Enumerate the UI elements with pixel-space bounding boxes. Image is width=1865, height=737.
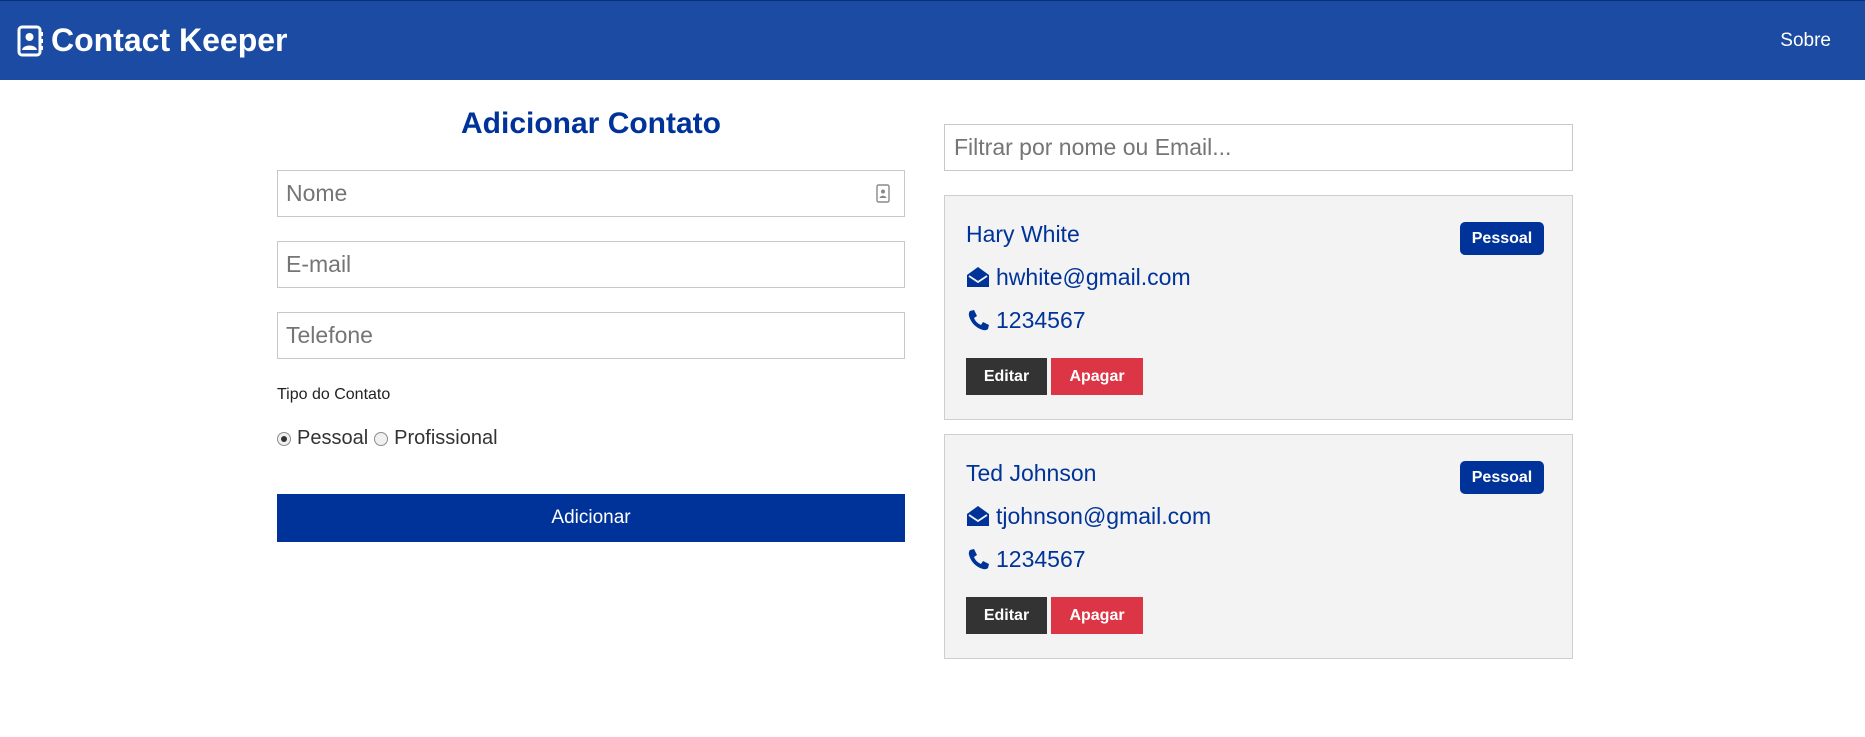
name-field[interactable]: Nome — [277, 170, 905, 217]
delete-button[interactable]: Apagar — [1051, 597, 1143, 634]
contact-phone-row: 1234567 — [966, 303, 1551, 337]
email-field[interactable]: E-mail — [277, 241, 905, 288]
contact-actions: Editar Apagar — [966, 358, 1551, 395]
nav-link-about[interactable]: Sobre — [1780, 30, 1831, 52]
contact-card: Hary White Pessoal hwhite@gmail.com 1234… — [944, 195, 1573, 420]
phone-placeholder: Telefone — [286, 322, 373, 348]
radio-professional-label[interactable]: Profissional — [394, 427, 497, 450]
name-placeholder: Nome — [286, 180, 348, 206]
email-placeholder: E-mail — [286, 251, 352, 277]
add-button[interactable]: Adicionar — [277, 494, 905, 542]
add-contact-form: Adicionar Contato Nome E-mail Telefone T… — [277, 100, 905, 542]
brand[interactable]: Contact Keeper — [17, 22, 288, 59]
contact-type-label: Tipo do Contato — [277, 386, 391, 403]
contact-type-radios: Pessoal Profissional — [277, 427, 905, 450]
phone-icon — [968, 310, 989, 331]
contact-email: tjohnson@gmail.com — [996, 502, 1212, 529]
phone-field[interactable]: Telefone — [277, 312, 905, 359]
contact-actions: Editar Apagar — [966, 597, 1551, 634]
contact-card: Ted Johnson Pessoal tjohnson@gmail.com 1… — [944, 434, 1573, 659]
brand-title: Contact Keeper — [51, 22, 288, 58]
radio-professional[interactable] — [374, 431, 389, 446]
contacts-column: Filtrar por nome ou Email... Hary White … — [944, 124, 1573, 659]
delete-button[interactable]: Apagar — [1051, 358, 1143, 395]
radio-personal[interactable] — [277, 431, 291, 446]
address-book-icon — [17, 25, 43, 56]
edit-button[interactable]: Editar — [966, 597, 1047, 634]
envelope-open-icon — [967, 267, 989, 287]
contact-email-row: tjohnson@gmail.com — [966, 499, 1551, 533]
contact-card-icon — [876, 184, 890, 203]
contact-phone-row: 1234567 — [966, 542, 1551, 576]
contact-type-badge: Pessoal — [1460, 222, 1544, 255]
filter-input[interactable]: Filtrar por nome ou Email... — [944, 124, 1573, 171]
radio-personal-label[interactable]: Pessoal — [297, 427, 368, 450]
contact-email-row: hwhite@gmail.com — [966, 260, 1551, 294]
filter-placeholder: Filtrar por nome ou Email... — [954, 134, 1232, 160]
edit-button[interactable]: Editar — [966, 358, 1047, 395]
contact-phone: 1234567 — [996, 306, 1086, 333]
phone-icon — [968, 549, 989, 570]
contact-email: hwhite@gmail.com — [996, 263, 1191, 290]
form-title: Adicionar Contato — [461, 107, 721, 140]
navbar: Contact Keeper Sobre — [0, 0, 1865, 80]
envelope-open-icon — [967, 506, 989, 526]
contact-phone: 1234567 — [996, 545, 1086, 572]
contact-type-badge: Pessoal — [1460, 461, 1544, 494]
